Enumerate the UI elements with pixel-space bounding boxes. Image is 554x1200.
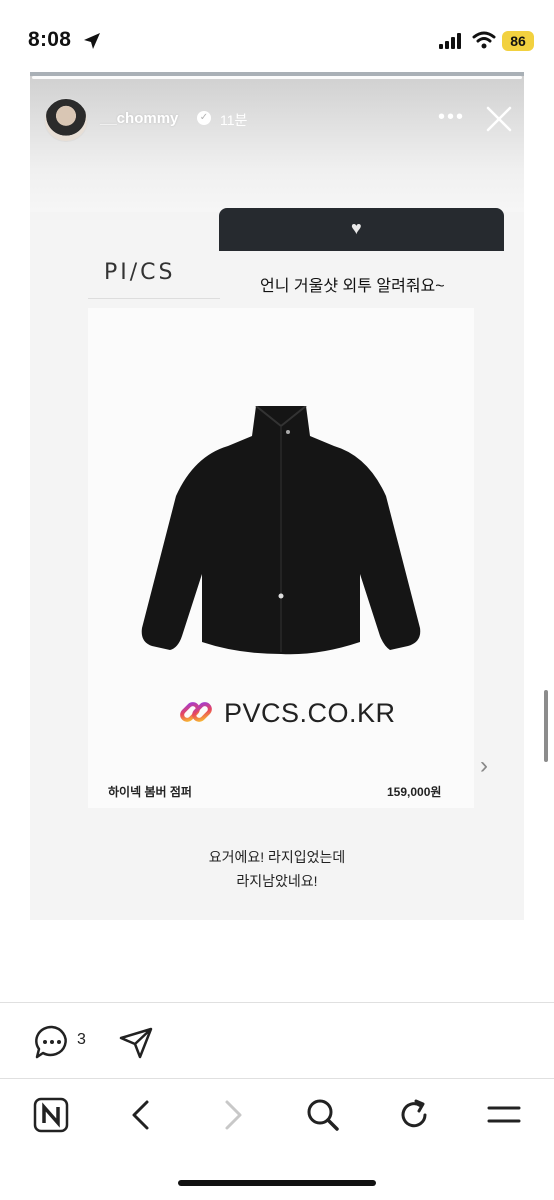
- story-time: 11분: [220, 112, 248, 128]
- back-icon[interactable]: [128, 1098, 154, 1132]
- brand-logo: PI/CS: [104, 260, 176, 285]
- divider: [0, 1078, 554, 1079]
- jacket-image: [141, 406, 421, 655]
- comment-count: 3: [77, 1031, 86, 1048]
- story-header-gradient: [30, 72, 524, 212]
- shared-post-card[interactable]: › PVCS.CO.KR: [88, 308, 488, 808]
- naver-icon[interactable]: [33, 1097, 69, 1133]
- divider: [0, 1002, 554, 1003]
- story-viewer[interactable]: __chommy ✓ 11분 ••• › PVCS.CO.KR PI/CS ♥ …: [30, 72, 524, 920]
- question-sticker[interactable]: ♥: [219, 208, 504, 251]
- verified-icon: ✓: [197, 111, 211, 125]
- home-indicator[interactable]: [178, 1180, 376, 1186]
- more-icon[interactable]: •••: [438, 106, 465, 129]
- product-url: PVCS.CO.KR: [224, 698, 396, 728]
- caption-line-1: 요거에요! 라지입었는데: [208, 849, 346, 865]
- product-name: 하이넥 봄버 점퍼: [108, 785, 192, 799]
- link-icon: [180, 702, 212, 722]
- scrollbar[interactable]: [544, 690, 548, 762]
- product-price: 159,000원: [387, 785, 442, 799]
- menu-icon[interactable]: [486, 1102, 522, 1128]
- heart-icon: ♥: [351, 218, 362, 238]
- avatar[interactable]: [44, 98, 88, 142]
- reload-icon[interactable]: [396, 1097, 432, 1133]
- search-icon[interactable]: [305, 1097, 341, 1133]
- story-username[interactable]: __chommy: [100, 110, 178, 127]
- story-progress-bar: [32, 76, 522, 79]
- location-arrow-icon: [84, 33, 100, 49]
- chevron-right-icon[interactable]: ›: [480, 752, 488, 780]
- forward-icon[interactable]: [220, 1098, 246, 1132]
- brand-logo-box: PI/CS: [88, 252, 220, 299]
- wifi-icon: [472, 31, 496, 49]
- comment-icon[interactable]: [34, 1024, 70, 1060]
- share-icon[interactable]: [118, 1026, 154, 1060]
- status-time: 8:08: [28, 28, 72, 51]
- battery-badge: 86: [502, 31, 534, 51]
- close-icon[interactable]: [482, 102, 516, 136]
- question-text: 언니 거울샷 외투 알려줘요~: [260, 278, 445, 295]
- signal-icon: [439, 33, 461, 49]
- caption-line-2: 라지남았네요!: [236, 873, 318, 889]
